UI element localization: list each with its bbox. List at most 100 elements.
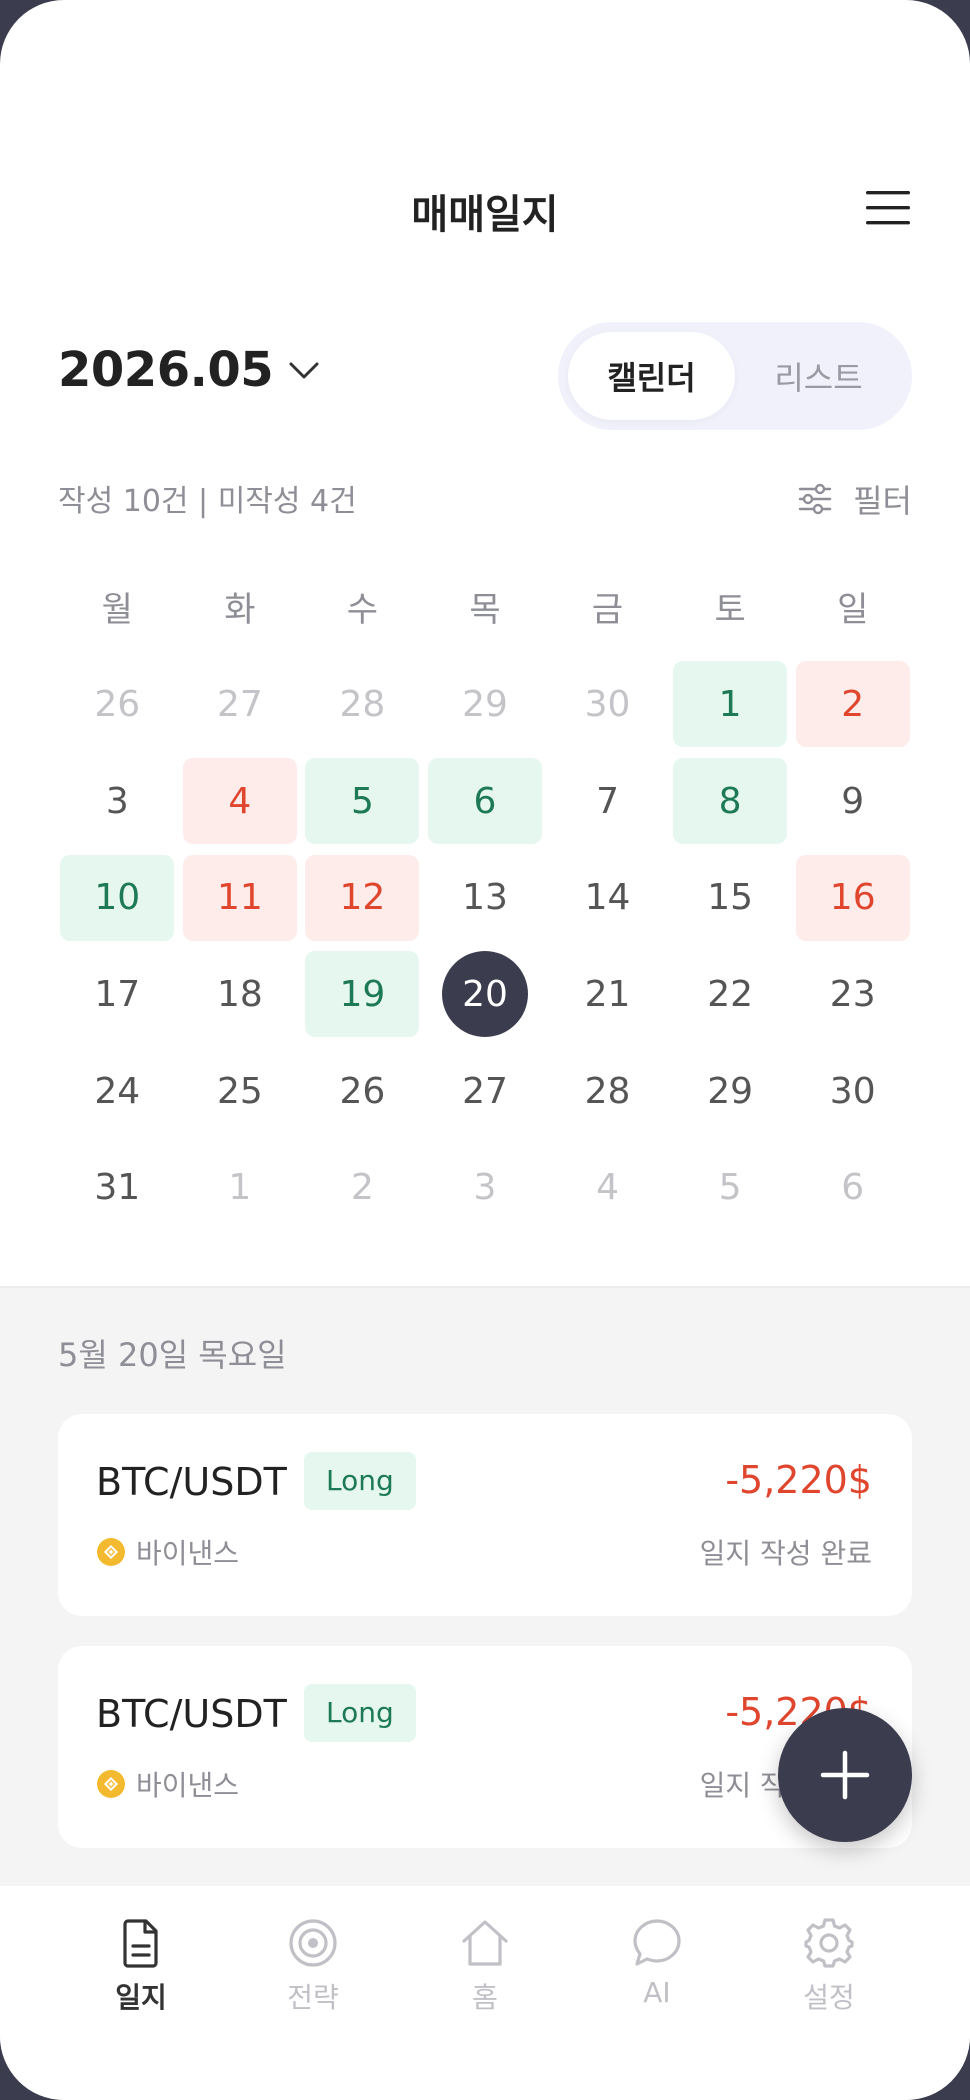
calendar-day[interactable]: 14 [551, 855, 665, 941]
nav-journal[interactable]: 일지 [55, 1886, 227, 2100]
calendar-day[interactable]: 27 [183, 661, 297, 747]
calendar-day-selected[interactable]: 20 [441, 951, 528, 1038]
calendar-cell: 22 [669, 946, 792, 1043]
month-selector[interactable]: 2026.05 [58, 342, 321, 398]
calendar-day[interactable]: 13 [428, 855, 542, 941]
calendar-day[interactable]: 18 [183, 951, 297, 1037]
weekday-label: 화 [224, 590, 256, 630]
calendar-day[interactable]: 3 [428, 1145, 542, 1231]
nav-home[interactable]: 홈 [399, 1886, 571, 2100]
calendar-day[interactable]: 26 [305, 1048, 419, 1134]
calendar-cell: 5 [669, 1139, 792, 1236]
nav-label: 설정 [803, 1981, 855, 2014]
calendar-cell: 30 [546, 656, 669, 753]
home-icon [462, 1920, 508, 1966]
exchange-label: 바이낸스 [96, 1532, 239, 1572]
calendar-day[interactable]: 21 [551, 951, 665, 1037]
page-title: 매매일지 [411, 192, 559, 238]
calendar-cell: 27 [424, 1043, 547, 1140]
calendar-day[interactable]: 4 [551, 1145, 665, 1231]
hamburger-menu-icon[interactable] [864, 188, 912, 228]
calendar-cell: 6 [424, 753, 547, 850]
calendar-cell: 17 [56, 946, 179, 1043]
calendar-cell: 29 [669, 1043, 792, 1140]
calendar-cell: 18 [179, 946, 302, 1043]
calendar-day[interactable]: 4 [182, 758, 297, 845]
target-icon [289, 1919, 337, 1967]
calendar-day[interactable]: 12 [305, 854, 420, 941]
calendar-day[interactable]: 5 [305, 758, 420, 845]
calendar-cell: 2 [791, 656, 914, 753]
month-label: 2026.05 [58, 342, 274, 398]
calendar-cell: 10 [56, 849, 179, 946]
calendar-day[interactable]: 29 [428, 661, 542, 747]
trade-pnl: -5,220$ [725, 1458, 872, 1502]
calendar-day[interactable]: 24 [60, 1048, 174, 1134]
calendar-day[interactable]: 30 [796, 1048, 910, 1134]
exchange-name: 바이낸스 [136, 1769, 240, 1802]
journal-summary: 작성 10건 | 미작성 4건 [58, 484, 357, 519]
calendar-day[interactable]: 9 [796, 758, 910, 844]
calendar-day[interactable]: 2 [305, 1145, 419, 1231]
binance-logo-icon [97, 1538, 125, 1566]
calendar-day[interactable]: 17 [60, 951, 174, 1037]
calendar-day[interactable]: 31 [60, 1145, 174, 1231]
calendar-day[interactable]: 19 [305, 951, 420, 1038]
calendar-view-button[interactable]: 캘린더 [568, 332, 735, 420]
calendar-day[interactable]: 8 [673, 758, 788, 845]
nav-settings[interactable]: 설정 [743, 1886, 915, 2100]
calendar-cell: 26 [56, 656, 179, 753]
weekday-label: 수 [346, 590, 379, 630]
calendar-day[interactable]: 6 [796, 1145, 910, 1231]
binance-logo-icon [97, 1770, 125, 1798]
calendar-cell: 1 [669, 656, 792, 753]
weekday-label: 목 [469, 590, 501, 630]
nav-label: 전략 [287, 1981, 339, 2014]
nav-strategy[interactable]: 전략 [227, 1886, 399, 2100]
calendar-cell: 15 [669, 849, 792, 946]
calendar-cell: 4 [179, 753, 302, 850]
calendar-cell: 8 [669, 753, 792, 850]
calendar-day[interactable]: 23 [796, 951, 910, 1037]
calendar: 월화수목금토일 26 27 28 29 30 1 2 3 4 5 6 7 8 9 10 11 12 13 14 15 1… [56, 574, 914, 1236]
calendar-day[interactable]: 25 [183, 1048, 297, 1134]
position-side-badge: Long [304, 1684, 416, 1742]
calendar-day[interactable]: 1 [183, 1145, 297, 1231]
trade-pair: BTC/USDT [96, 1692, 287, 1736]
trade-card[interactable]: BTC/USDT Long 바이낸스 -5,220$ 일지 작성 완료 [58, 1414, 912, 1616]
weekday-label: 금 [591, 590, 624, 630]
calendar-day[interactable]: 11 [182, 854, 297, 941]
calendar-day[interactable]: 22 [673, 951, 787, 1037]
calendar-cell: 13 [424, 849, 547, 946]
calendar-day[interactable]: 26 [60, 661, 174, 747]
calendar-day[interactable]: 27 [428, 1048, 542, 1134]
calendar-day[interactable]: 7 [551, 758, 665, 844]
weekday-label: 토 [714, 590, 746, 630]
calendar-day[interactable]: 2 [795, 661, 910, 748]
exchange-name: 바이낸스 [136, 1537, 240, 1570]
calendar-day[interactable]: 3 [60, 758, 174, 844]
calendar-day[interactable]: 28 [305, 661, 419, 747]
filter-button[interactable]: 필터 [797, 476, 912, 522]
document-icon [123, 1919, 158, 1968]
list-view-button[interactable]: 리스트 [735, 332, 902, 420]
calendar-day[interactable]: 5 [673, 1145, 787, 1231]
calendar-day[interactable]: 29 [673, 1048, 787, 1134]
plus-icon [820, 1750, 870, 1800]
calendar-day[interactable]: 10 [60, 854, 175, 941]
filter-sliders-icon [798, 483, 832, 515]
app-screen: 매매일지 2026.05 캘린더 리스트 작성 10건 | 미작성 4건 필터 … [0, 0, 970, 2100]
calendar-cell: 12 [301, 849, 424, 946]
calendar-grid: 26 27 28 29 30 1 2 3 4 5 6 7 8 9 10 11 12 13 14 15 16 17 18 19 2… [56, 656, 914, 1236]
calendar-day[interactable]: 28 [551, 1048, 665, 1134]
chat-bubble-icon [633, 1919, 681, 1966]
calendar-day[interactable]: 30 [551, 661, 665, 747]
add-journal-button[interactable] [778, 1708, 912, 1842]
calendar-day[interactable]: 1 [673, 661, 788, 748]
calendar-cell: 9 [791, 753, 914, 850]
nav-ai[interactable]: AI [571, 1886, 743, 2100]
calendar-day[interactable]: 6 [427, 758, 542, 845]
calendar-day[interactable]: 16 [795, 854, 910, 941]
calendar-day[interactable]: 15 [673, 855, 787, 941]
calendar-cell: 5 [301, 753, 424, 850]
